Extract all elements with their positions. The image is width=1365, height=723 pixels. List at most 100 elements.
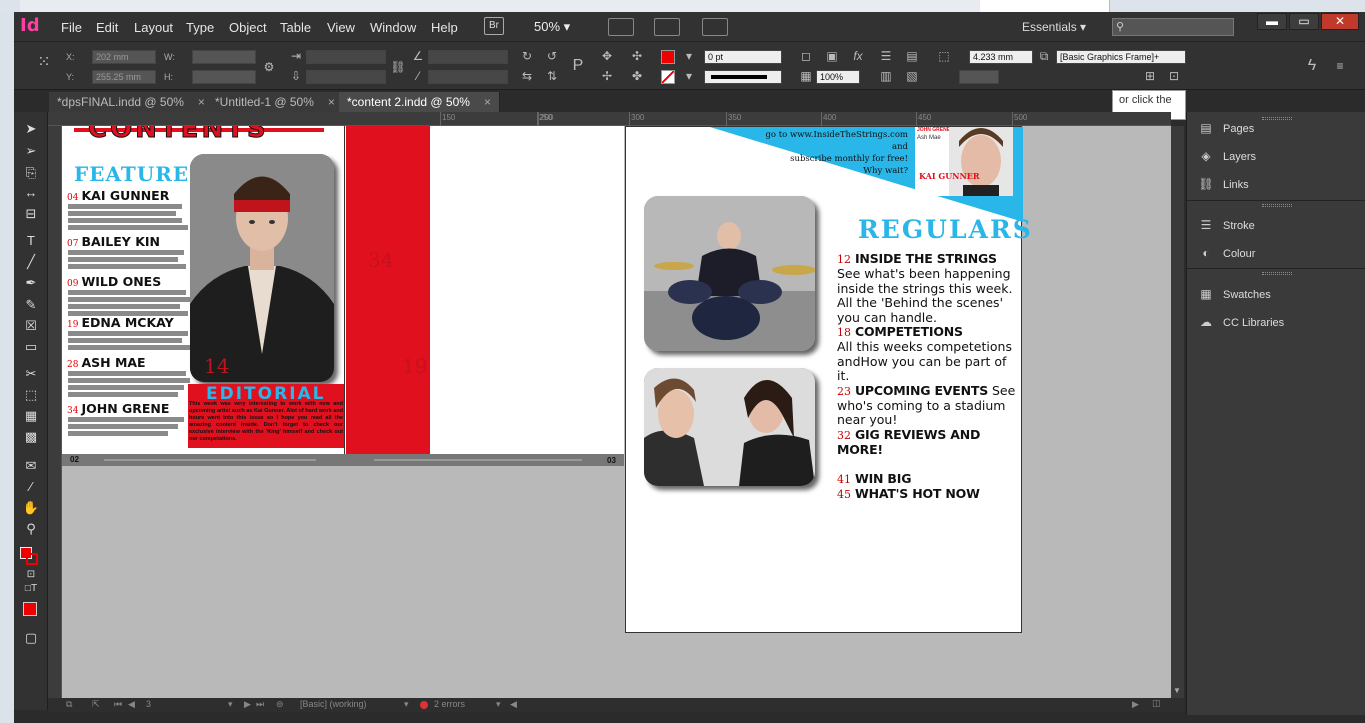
scale-y-field[interactable] <box>306 70 386 84</box>
stroke-type-select[interactable] <box>704 70 782 84</box>
chevron-down-icon[interactable]: ▾ <box>228 699 233 710</box>
portrait-photo[interactable] <box>190 154 334 382</box>
style-options-icon[interactable]: ⊡ <box>1166 69 1182 83</box>
clear-overrides-icon[interactable]: ⊞ <box>1142 69 1158 83</box>
gap-tool-icon[interactable]: ↔ <box>20 184 42 202</box>
two-girls-photo[interactable] <box>644 368 815 486</box>
cover-thumbnail[interactable]: JOHN GRENE Ash Mae KAI GUNNER <box>915 127 1013 196</box>
panel-swatches[interactable]: ▦ Swatches <box>1197 287 1270 301</box>
menu-view[interactable]: View <box>327 20 355 35</box>
reference-point-icon[interactable]: ⁙ <box>36 55 52 71</box>
shear-field[interactable] <box>428 70 508 84</box>
scroll-left-icon[interactable]: ◀ <box>510 699 517 710</box>
preflight-icon[interactable]: ⧉ <box>66 699 72 710</box>
maximize-button[interactable]: ▭ <box>1289 13 1319 30</box>
panel-grip[interactable] <box>1262 204 1292 207</box>
hand-tool-icon[interactable]: ✋ <box>20 499 42 517</box>
selection-tool-icon[interactable]: ➤ <box>20 120 42 138</box>
split-view-icon[interactable]: ◫ <box>1152 698 1161 709</box>
minimize-button[interactable]: ▬ <box>1257 13 1287 30</box>
bridge-button[interactable]: Br <box>484 17 504 35</box>
panel-menu-icon[interactable]: ≡ <box>1332 59 1348 73</box>
editorial-box[interactable]: EDITORIAL This week was very interesting… <box>188 384 344 448</box>
scale-x-field[interactable] <box>306 50 386 64</box>
width-field[interactable] <box>192 50 256 64</box>
menu-help[interactable]: Help <box>431 20 458 35</box>
pencil-tool-icon[interactable]: ✎ <box>20 296 42 314</box>
chevron-down-icon[interactable]: ▾ <box>681 49 697 63</box>
note-tool-icon[interactable]: ✉ <box>20 457 42 475</box>
scroll-right-icon[interactable]: ▶ <box>1132 699 1139 710</box>
preflight-profile[interactable]: [Basic] (working) <box>300 699 367 709</box>
menu-object[interactable]: Object <box>229 20 267 35</box>
wrap-shape-icon[interactable]: ▥ <box>878 69 894 83</box>
link-icon[interactable]: ⛓ <box>390 60 406 74</box>
pasteboard[interactable]: CONTENTS FEATURES 04KAI GUNNER 07BAILEY … <box>62 126 1171 698</box>
text-wrap-icon[interactable]: ☰ <box>878 49 894 63</box>
apply-color-button[interactable] <box>23 602 37 616</box>
menu-edit[interactable]: Edit <box>96 20 118 35</box>
quick-apply-icon[interactable]: ϟ <box>1304 58 1320 74</box>
menu-table[interactable]: Table <box>280 20 311 35</box>
screen-mode-icon[interactable]: ▢ <box>20 629 42 647</box>
close-icon[interactable]: × <box>198 95 205 109</box>
gradient-tool-icon[interactable]: ▦ <box>20 407 42 425</box>
paragraph-p-icon[interactable]: P <box>570 58 586 74</box>
tab-dpsfinal[interactable]: *dpsFINAL.indd @ 50% × <box>49 92 214 112</box>
effects-fx-icon[interactable]: fx <box>850 49 866 63</box>
line-tool-icon[interactable]: ╱ <box>20 253 42 271</box>
menu-layout[interactable]: Layout <box>134 20 173 35</box>
menu-file[interactable]: File <box>61 20 82 35</box>
rectangle-frame-tool-icon[interactable]: ☒ <box>20 317 42 335</box>
panel-stroke[interactable]: ☰ Stroke <box>1197 218 1255 232</box>
frame-fitting-icon[interactable]: ⬚ <box>936 49 952 63</box>
left-spread[interactable]: CONTENTS FEATURES 04KAI GUNNER 07BAILEY … <box>62 126 624 466</box>
first-page-icon[interactable]: ⏮ <box>114 699 122 710</box>
type-tool-icon[interactable]: T <box>20 232 42 250</box>
free-transform-tool-icon[interactable]: ⬚ <box>20 386 42 404</box>
wrap-jump-icon[interactable]: ▧ <box>904 69 920 83</box>
search-input[interactable]: ⚲ <box>1112 18 1234 36</box>
last-page-icon[interactable]: ⏭ <box>256 699 264 710</box>
close-icon[interactable]: × <box>328 95 335 109</box>
menu-type[interactable]: Type <box>186 20 214 35</box>
y-position-field[interactable]: 255.25 mm <box>92 70 156 84</box>
close-icon[interactable]: × <box>484 95 491 109</box>
panel-layers[interactable]: ◈ Layers <box>1197 149 1256 163</box>
constrain-proportions-icon[interactable]: ⚙ <box>261 60 277 74</box>
eyedropper-tool-icon[interactable]: ⁄ <box>20 478 42 496</box>
drop-shadow-icon[interactable]: ◻ <box>798 49 814 63</box>
chevron-down-icon[interactable]: ▾ <box>404 699 409 710</box>
fill-swatch[interactable] <box>661 50 675 64</box>
drummer-photo[interactable] <box>644 196 815 351</box>
rotation-field[interactable] <box>428 50 508 64</box>
flip-vertical-icon[interactable]: ⇅ <box>544 69 560 83</box>
pen-tool-icon[interactable]: ✒ <box>20 274 42 292</box>
select-container-icon[interactable]: ✥ <box>599 49 615 63</box>
page-number-field[interactable]: 3 <box>146 699 151 709</box>
menu-window[interactable]: Window <box>370 20 416 35</box>
screen-mode-icon[interactable] <box>654 18 680 36</box>
object-style-select[interactable]: [Basic Graphics Frame]+ <box>1056 50 1186 64</box>
chevron-down-icon[interactable]: ▾ <box>496 699 501 710</box>
zoom-tool-icon[interactable]: ⚲ <box>20 520 42 538</box>
direct-selection-tool-icon[interactable]: ➢ <box>20 142 42 160</box>
wrap-around-icon[interactable]: ▤ <box>904 49 920 63</box>
regulars-page[interactable]: go to www.InsideTheStrings.com and subsc… <box>625 126 1031 633</box>
workspace-switcher[interactable]: Essentials ▾ <box>1022 20 1086 34</box>
panel-links[interactable]: ⛓ Links <box>1197 177 1248 191</box>
zoom-level-select[interactable]: 50% ▾ <box>534 19 570 35</box>
opacity-field[interactable]: 100% <box>816 70 860 84</box>
close-button[interactable]: ✕ <box>1321 13 1359 30</box>
vertical-scrollbar[interactable]: ▼ <box>1171 126 1184 698</box>
view-options-icon[interactable] <box>608 18 634 36</box>
arrange-documents-icon[interactable] <box>702 18 728 36</box>
select-content-icon[interactable]: ✣ <box>629 49 645 63</box>
scissors-tool-icon[interactable]: ✂ <box>20 365 42 383</box>
x-position-field[interactable]: 202 mm <box>92 50 156 64</box>
effects-box-icon[interactable]: ▣ <box>824 49 840 63</box>
stroke-color-swatch[interactable] <box>26 553 38 565</box>
page-options-icon[interactable]: ⊜ <box>276 699 284 710</box>
height-field[interactable] <box>192 70 256 84</box>
previous-page-icon[interactable]: ◀ <box>128 699 135 710</box>
